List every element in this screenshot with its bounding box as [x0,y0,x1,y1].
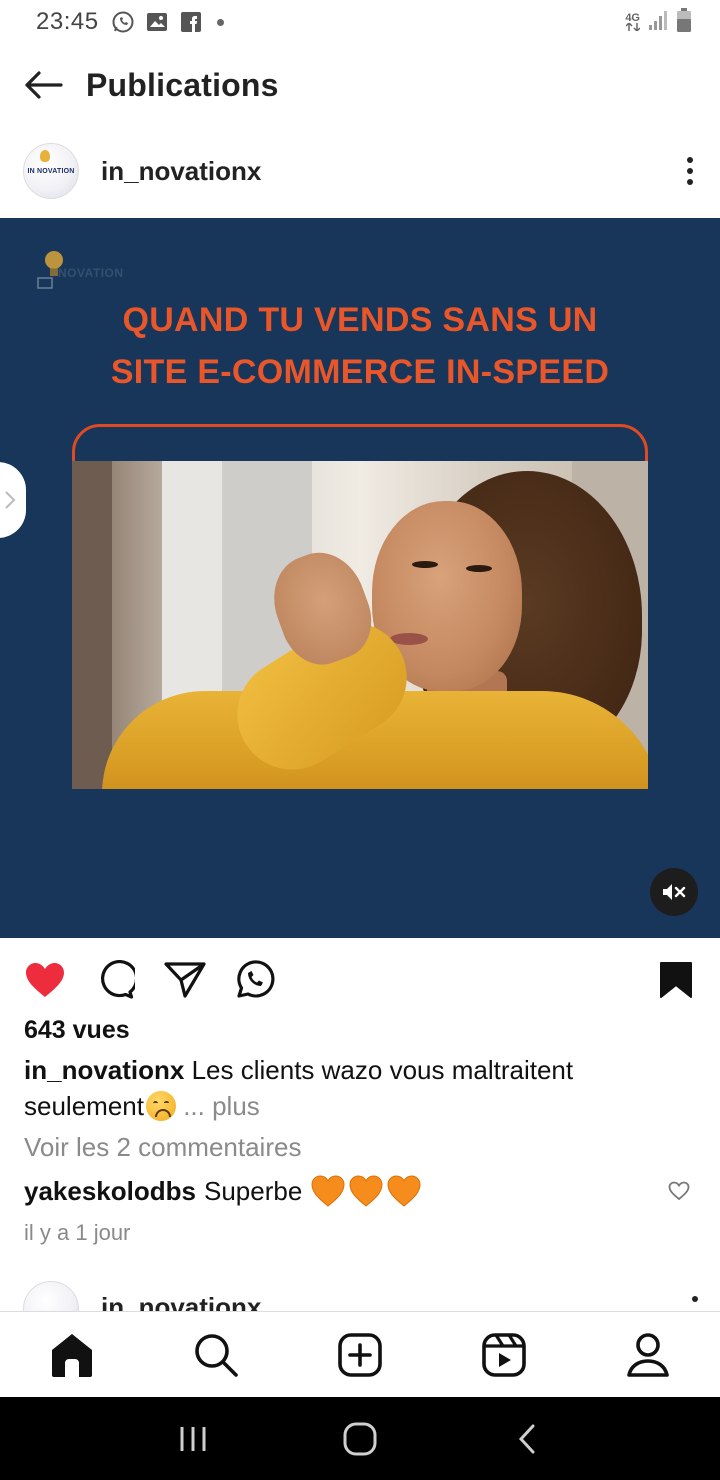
status-time: 23:45 [36,8,99,35]
next-post-header: in_novationx [0,1276,720,1312]
bulb-icon [40,150,50,162]
recents-icon [180,1426,206,1451]
reels-icon [482,1332,526,1377]
orange-hearts [310,1174,422,1208]
comment-icon [101,960,135,999]
send-icon [164,962,206,998]
create-icon [338,1332,382,1377]
avatar[interactable]: IN NOVATION [23,143,79,199]
comment-timestamp: il y a 1 jour [24,1220,131,1245]
avatar-logo-text: IN NOVATION [27,167,75,175]
caption-username[interactable]: in_novationx [24,1055,184,1085]
next-post-username[interactable]: in_novationx [101,1292,261,1312]
whatsapp-icon [111,10,135,34]
headline-line-2: SITE E-COMMERCE IN-SPEED [110,353,610,391]
page-title: Publications [86,66,279,103]
comment-like-button[interactable] [664,1176,694,1206]
nav-home[interactable] [36,1319,108,1391]
comment-username[interactable]: yakeskolodbs [24,1176,196,1207]
home-icon [52,1333,92,1377]
avatar[interactable] [23,1281,79,1312]
app-header: Publications [0,50,720,120]
arrow-left-icon [25,71,63,99]
mute-button[interactable] [650,868,698,916]
brand-logo-text: NOVATION [58,266,124,280]
gallery-icon [145,10,169,34]
post-header: IN NOVATION in_novationx [0,138,720,204]
more-vertical-icon [687,157,693,185]
weary-face-icon [145,1091,176,1121]
orange-heart-icon [311,1175,345,1207]
dot-icon [216,18,224,26]
home-circle-icon [343,1422,377,1455]
more-options-button[interactable] [660,141,720,201]
post-username[interactable]: in_novationx [101,156,261,187]
save-button[interactable] [652,956,700,1004]
heart-outline-icon [668,1181,690,1201]
media-headline: QUAND TU VENDS SANS UN SITE E-COMMERCE I… [0,294,720,398]
more-vertical-icon[interactable] [692,1296,698,1302]
comment-item: yakeskolodbs Superbe [24,1174,664,1208]
view-count: 643 vues [24,1016,130,1044]
profile-icon [627,1332,669,1377]
like-button[interactable] [21,956,69,1004]
nav-reels[interactable] [468,1319,540,1391]
status-bar: 23:45 4G [0,0,720,44]
bookmark-filled-icon [660,962,692,998]
nav-profile[interactable] [612,1319,684,1391]
volume-muted-icon [663,884,686,900]
post-media[interactable]: NOVATION QUAND TU VENDS SANS UN SITE E-C… [0,218,720,938]
video-still [72,461,648,789]
bottom-nav [0,1311,720,1397]
view-comments-link[interactable]: Voir les 2 commentaires [24,1132,301,1163]
whatsapp-share-button[interactable] [231,956,279,1004]
carousel-next-button[interactable] [0,462,26,538]
more-link[interactable]: ... plus [183,1091,260,1121]
post-caption: in_novationx Les clients wazo vous maltr… [24,1052,684,1124]
whatsapp-icon [237,960,275,998]
nav-create[interactable] [324,1319,396,1391]
comment-text: Superbe [203,1175,303,1206]
status-system-icons: 4G [625,7,692,38]
nav-search[interactable] [180,1319,252,1391]
back-button[interactable] [0,50,86,120]
search-icon [195,1333,238,1377]
post-actions [0,950,720,1010]
4g-icon: 4G [625,13,640,31]
back-chevron-icon [518,1424,535,1453]
orange-heart-icon [349,1175,383,1207]
home-system-button[interactable] [330,1409,390,1469]
system-nav-bar [0,1397,720,1480]
status-notification-icons [111,10,224,34]
comment-button[interactable] [91,956,139,1004]
signal-icon [648,9,668,36]
chevron-right-icon [5,491,16,509]
facebook-icon [179,10,203,34]
back-system-button[interactable] [497,1409,557,1469]
battery-icon [676,7,692,38]
recent-apps-button[interactable] [163,1409,223,1469]
heart-filled-icon [26,963,64,997]
headline-line-1: QUAND TU VENDS SANS UN [122,301,598,339]
orange-heart-icon [387,1175,421,1207]
share-button[interactable] [161,956,209,1004]
